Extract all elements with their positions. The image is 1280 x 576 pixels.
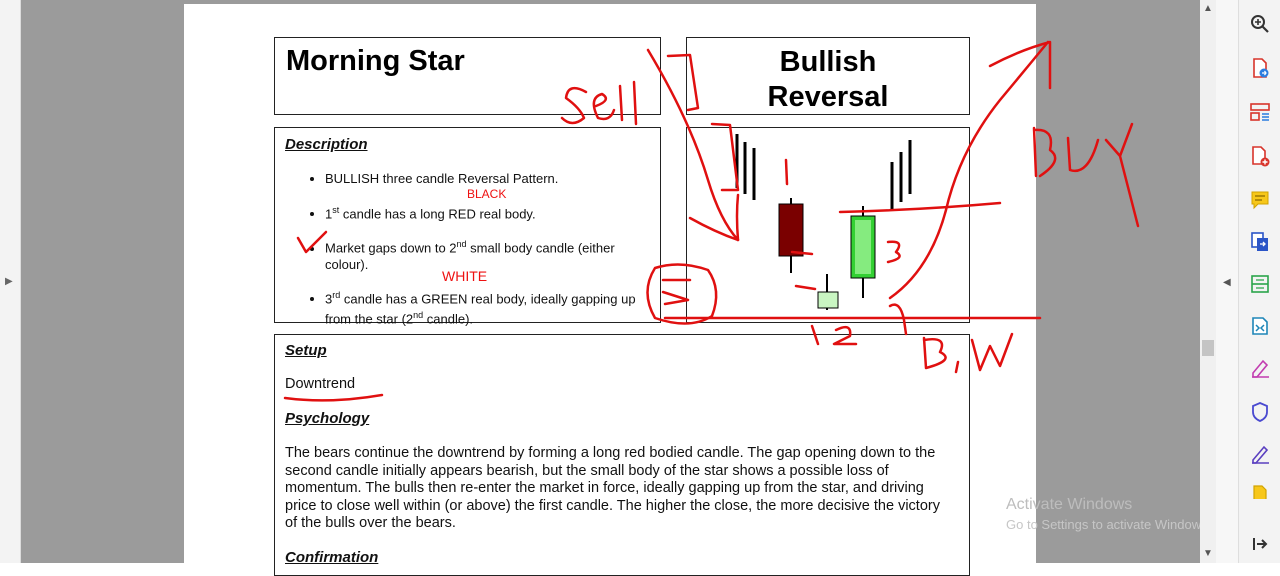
candlestick-diagram	[735, 134, 912, 310]
organize-pages-icon[interactable]	[1247, 99, 1273, 125]
vertical-scrollbar[interactable]: ▲ ▼	[1200, 0, 1216, 563]
activation-watermark-subtitle: Go to Settings to activate Windows.	[1006, 517, 1212, 532]
description-box: Description BULLISH three candle Reversa…	[274, 127, 661, 326]
stamp-icon[interactable]	[1247, 483, 1273, 499]
expand-left-icon[interactable]: ▶	[5, 276, 13, 287]
list-item: BULLISH three candle Reversal Pattern.	[325, 171, 655, 187]
title-box-right: Bullish Reversal	[686, 37, 970, 115]
typed-annotation-black: BLACK	[467, 187, 507, 201]
psychology-text: The bears continue the downtrend by form…	[285, 445, 940, 531]
typed-annotation-white: WHITE	[442, 268, 488, 284]
candlestick-diagram-box	[686, 127, 970, 323]
right-panel-collapse[interactable]: ◀	[1216, 0, 1238, 563]
setup-psychology-box: Setup Downtrend Psychology The bears con…	[274, 334, 970, 576]
title-box-left: Morning Star	[274, 37, 661, 115]
title-right-line1: Bullish	[779, 46, 877, 78]
psychology-heading: Psychology	[285, 410, 370, 427]
compress-icon[interactable]	[1247, 313, 1273, 339]
comment-icon[interactable]	[1247, 187, 1273, 213]
protect-icon[interactable]	[1247, 399, 1273, 425]
edit-icon[interactable]	[1247, 441, 1273, 467]
pattern-type-title: Bullish Reversal	[687, 45, 969, 115]
pattern-title: Morning Star	[286, 45, 465, 77]
expand-panel-icon[interactable]	[1247, 531, 1273, 557]
combine-files-icon[interactable]	[1247, 229, 1273, 255]
setup-text: Downtrend	[285, 376, 356, 392]
candle-2-body	[817, 291, 839, 309]
pdf-page: Morning Star Bullish Reversal Descriptio…	[184, 4, 1036, 576]
scan-icon[interactable]	[1247, 271, 1273, 297]
export-pdf-icon[interactable]	[1247, 55, 1273, 81]
list-item: 1st candle has a long RED real body.	[325, 202, 655, 222]
description-heading: Description	[285, 136, 368, 153]
confirmation-heading: Confirmation	[285, 549, 379, 566]
list-item: 3rd candle has a GREEN real body, ideall…	[325, 287, 655, 328]
scroll-thumb[interactable]	[1202, 340, 1214, 356]
left-panel-toggle[interactable]: ▶	[0, 0, 21, 563]
list-item: Market gaps down to 2nd small body candl…	[325, 236, 655, 272]
setup-heading: Setup	[285, 342, 327, 359]
tools-sidebar	[1238, 0, 1280, 563]
title-right-line2: Reversal	[767, 81, 889, 113]
create-pdf-icon[interactable]	[1247, 143, 1273, 169]
candle-3-highlight	[855, 220, 871, 274]
candle-1-body	[778, 203, 804, 257]
fill-sign-icon[interactable]	[1247, 355, 1273, 381]
activation-watermark-title: Activate Windows	[1006, 496, 1133, 513]
scroll-down-icon[interactable]: ▼	[1203, 548, 1213, 559]
zoom-icon[interactable]	[1247, 11, 1273, 37]
scroll-up-icon[interactable]: ▲	[1203, 3, 1213, 14]
collapse-right-icon[interactable]: ◀	[1223, 277, 1231, 288]
